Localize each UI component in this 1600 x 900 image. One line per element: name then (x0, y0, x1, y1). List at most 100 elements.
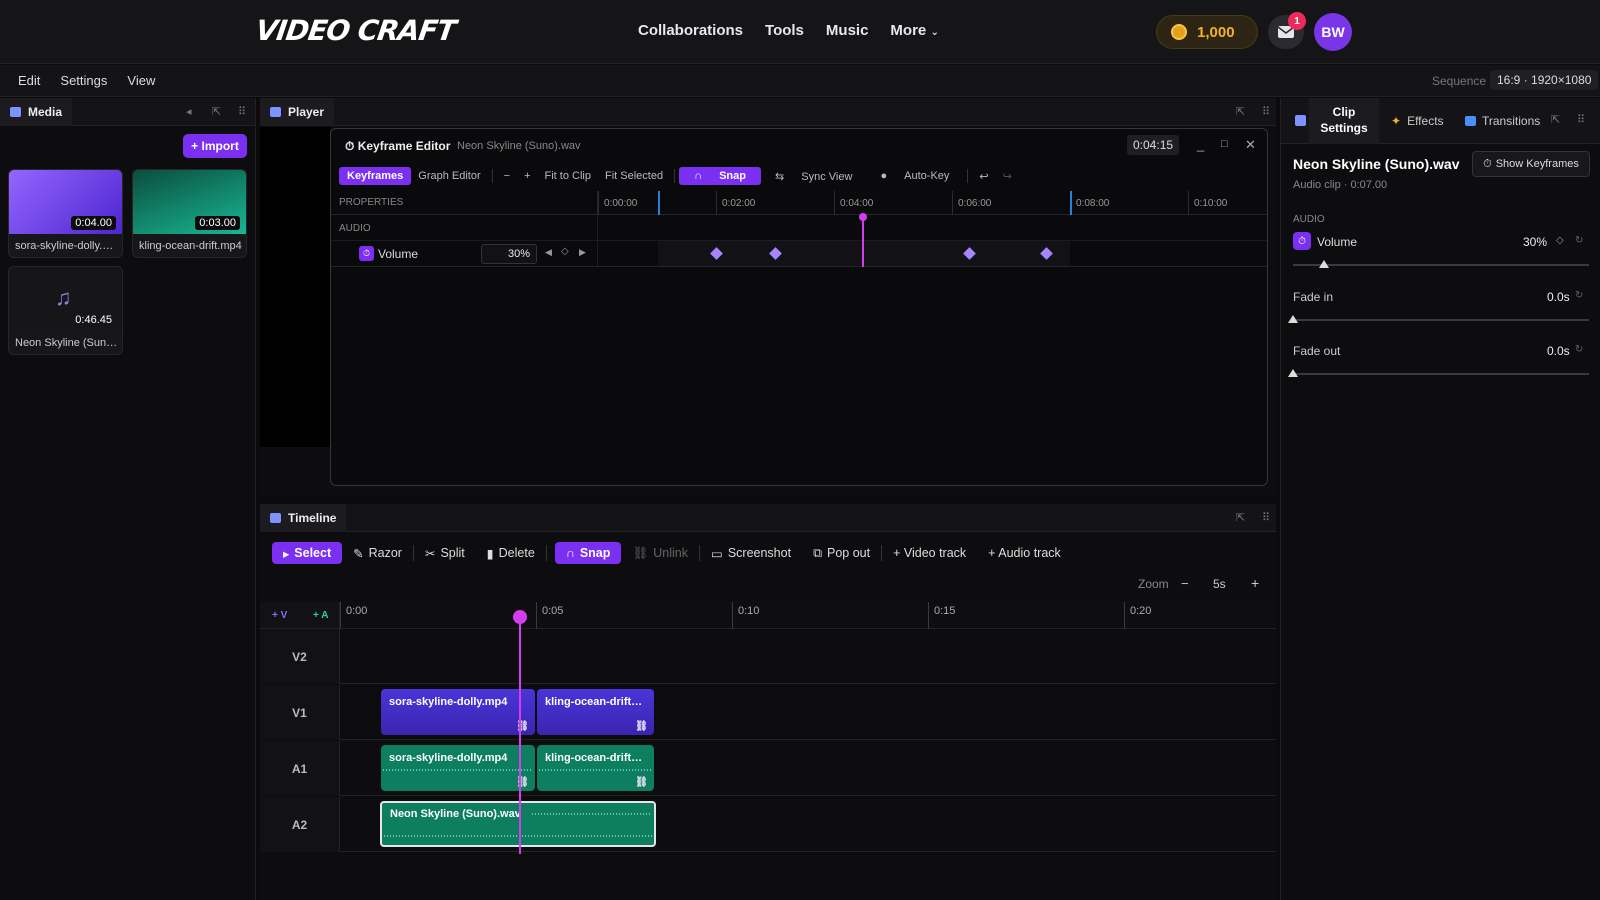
delete-button[interactable]: ▮ Delete (476, 546, 546, 561)
menu-settings[interactable]: Settings (60, 73, 107, 88)
add-video-track-shortcut[interactable]: + V (272, 610, 287, 621)
add-audio-track-button[interactable]: + Audio track (977, 546, 1072, 560)
media-item[interactable]: ♫ 0:46.45 Neon Skyline (Suno).wav (8, 266, 123, 355)
tab-keyframes[interactable]: Keyframes (339, 167, 412, 185)
volume-slider[interactable] (1293, 260, 1589, 268)
add-keyframe-icon[interactable]: ◇ (561, 246, 569, 257)
maximize-icon[interactable]: □ (1221, 138, 1228, 150)
snap-toggle[interactable]: ∩ Snap (679, 167, 761, 185)
reset-icon[interactable]: ↻ (1575, 290, 1583, 301)
timeline-ruler[interactable]: 0:00 0:05 0:10 0:15 0:20 (340, 602, 1276, 629)
show-keyframes-button[interactable]: ⏱ Show Keyframes (1472, 151, 1590, 177)
tab-clip-settings[interactable]: Clip Settings (1309, 98, 1379, 144)
sync-view-toggle[interactable]: ⇆ Sync View (761, 170, 866, 183)
media-item[interactable]: 0:03.00 kling-ocean-drift.mp4 (132, 169, 247, 258)
screenshot-button[interactable]: ▭ Screenshot (700, 546, 802, 561)
pop-out-icon[interactable]: ⇱ (212, 105, 221, 118)
pop-out-button[interactable]: ⧉ Pop out (802, 546, 881, 561)
track-label[interactable]: A2 (260, 797, 340, 852)
fade-in-slider[interactable] (1288, 315, 1589, 323)
playhead-handle[interactable] (513, 610, 527, 624)
volume-property-row[interactable]: ⏱ Volume 30% ◀ ◇ ▶ (331, 241, 597, 267)
menu-view[interactable]: View (127, 73, 155, 88)
zoom-out-button[interactable]: − (497, 170, 517, 182)
nav-tools[interactable]: Tools (765, 22, 804, 39)
divider (545, 545, 547, 561)
fade-out-slider[interactable] (1288, 369, 1589, 377)
playhead[interactable] (519, 620, 521, 854)
zoom-in-button[interactable]: + (1251, 575, 1259, 591)
track-label[interactable]: A1 (260, 741, 340, 796)
tab-effects[interactable]: ✦ Effects (1391, 98, 1444, 144)
add-video-track-button[interactable]: + Video track (882, 546, 977, 560)
stopwatch-icon[interactable]: ⏱ (359, 246, 374, 261)
collapse-left-icon[interactable]: ◂ (186, 105, 192, 118)
timeline-clip[interactable]: kling-ocean-drift.mp4 ⛓ (537, 745, 654, 791)
track-label[interactable]: V2 (260, 629, 340, 684)
pop-out-icon[interactable]: ⇱ (1236, 511, 1245, 524)
timeline-clip[interactable]: sora-skyline-dolly.mp4 ⛓ (381, 745, 535, 791)
clip-range-marker[interactable] (1070, 191, 1072, 215)
track-v2: V2 (260, 629, 1276, 684)
keyframe-ruler[interactable]: 0:00:00 0:02:00 0:04:00 0:06:00 0:08:00 0:10:… (597, 191, 1267, 215)
prev-keyframe-icon[interactable]: ◀ (545, 247, 552, 258)
media-name: sora-skyline-dolly.mp4 (15, 240, 119, 252)
drag-handle-icon[interactable]: ⠿ (1262, 511, 1270, 524)
zoom-in-button[interactable]: + (517, 170, 537, 182)
fit-selected-button[interactable]: Fit Selected (598, 170, 670, 182)
pop-out-icon[interactable]: ⇱ (1551, 113, 1560, 126)
diamond-icon[interactable]: ◇ (1556, 235, 1564, 246)
keyframe-playhead-handle[interactable] (859, 213, 867, 221)
razor-tool-button[interactable]: ✎ Razor (342, 546, 413, 561)
split-button[interactable]: ✂ Split (414, 546, 476, 561)
fit-to-clip-button[interactable]: Fit to Clip (538, 170, 598, 182)
close-icon[interactable]: ✕ (1245, 137, 1256, 153)
media-item[interactable]: 0:04.00 sora-skyline-dolly.mp4 (8, 169, 123, 258)
reset-icon[interactable]: ↻ (1575, 344, 1583, 355)
unlink-button[interactable]: ⛓ Unlink (621, 546, 699, 561)
menu-edit[interactable]: Edit (18, 73, 40, 88)
drag-handle-icon[interactable]: ⠿ (238, 105, 246, 118)
volume-slider-thumb[interactable] (1318, 260, 1329, 268)
timeline-clip-selected[interactable]: Neon Skyline (Suno).wav (380, 801, 656, 847)
track-label[interactable]: V1 (260, 685, 340, 740)
fade-in-slider-thumb[interactable] (1288, 315, 1298, 323)
drag-handle-icon[interactable]: ⠿ (1577, 113, 1585, 126)
next-keyframe-icon[interactable]: ▶ (579, 247, 586, 258)
select-tool-button[interactable]: ▸ Select (272, 542, 343, 564)
fade-out-slider-thumb[interactable] (1288, 369, 1298, 377)
timeline-clip[interactable]: kling-ocean-drift.mp4 ⛓ (537, 689, 654, 735)
nav-collaborations[interactable]: Collaborations (638, 22, 743, 39)
keyframe-volume-track[interactable] (597, 241, 1267, 267)
app-logo[interactable]: VIDEO CRAFT (254, 14, 458, 47)
timeline-clip[interactable]: sora-skyline-dolly.mp4 ⛓ (381, 689, 535, 735)
nav-music[interactable]: Music (826, 22, 869, 39)
timeline-panel-title: Timeline (260, 503, 347, 532)
ruler-tick-label: 0:10:00 (1188, 191, 1227, 215)
keyframe-playhead[interactable] (862, 217, 864, 267)
ruler-tick-label: 0:15 (928, 602, 955, 629)
coin-balance[interactable]: 1,000 (1156, 15, 1258, 49)
add-audio-track-shortcut[interactable]: + A (313, 610, 328, 621)
zoom-out-button[interactable]: − (1181, 576, 1189, 591)
clip-range-marker[interactable] (658, 191, 660, 215)
undo-icon[interactable]: ↩ (972, 170, 995, 183)
volume-keyframe-toggle[interactable]: ⏱ (1293, 232, 1311, 250)
avatar[interactable]: BW (1314, 13, 1352, 51)
sequence-format-select[interactable]: 16:9 · 1920×1080 (1490, 70, 1599, 90)
video-preview[interactable] (260, 127, 330, 447)
snap-toggle[interactable]: ∩ Snap (554, 542, 622, 564)
minimize-icon[interactable]: _ (1197, 137, 1204, 152)
pop-out-icon[interactable]: ⇱ (1236, 105, 1245, 118)
import-button[interactable]: + Import (183, 134, 247, 158)
auto-key-toggle[interactable]: ● Auto-Key (866, 170, 963, 182)
nav-more[interactable]: More ⌄ (890, 22, 938, 39)
tab-graph-editor[interactable]: Graph Editor (411, 170, 487, 182)
reset-icon[interactable]: ↻ (1575, 235, 1583, 246)
volume-value-input[interactable]: 30% (481, 244, 537, 264)
drag-handle-icon[interactable]: ⠿ (1262, 105, 1270, 118)
magnet-icon: ∩ (694, 170, 703, 182)
tab-transitions[interactable]: Transitions (1465, 98, 1540, 144)
redo-icon[interactable]: ↪ (996, 170, 1019, 183)
track-a1: A1 sora-skyline-dolly.mp4 ⛓ kling-ocean-d… (260, 741, 1276, 796)
